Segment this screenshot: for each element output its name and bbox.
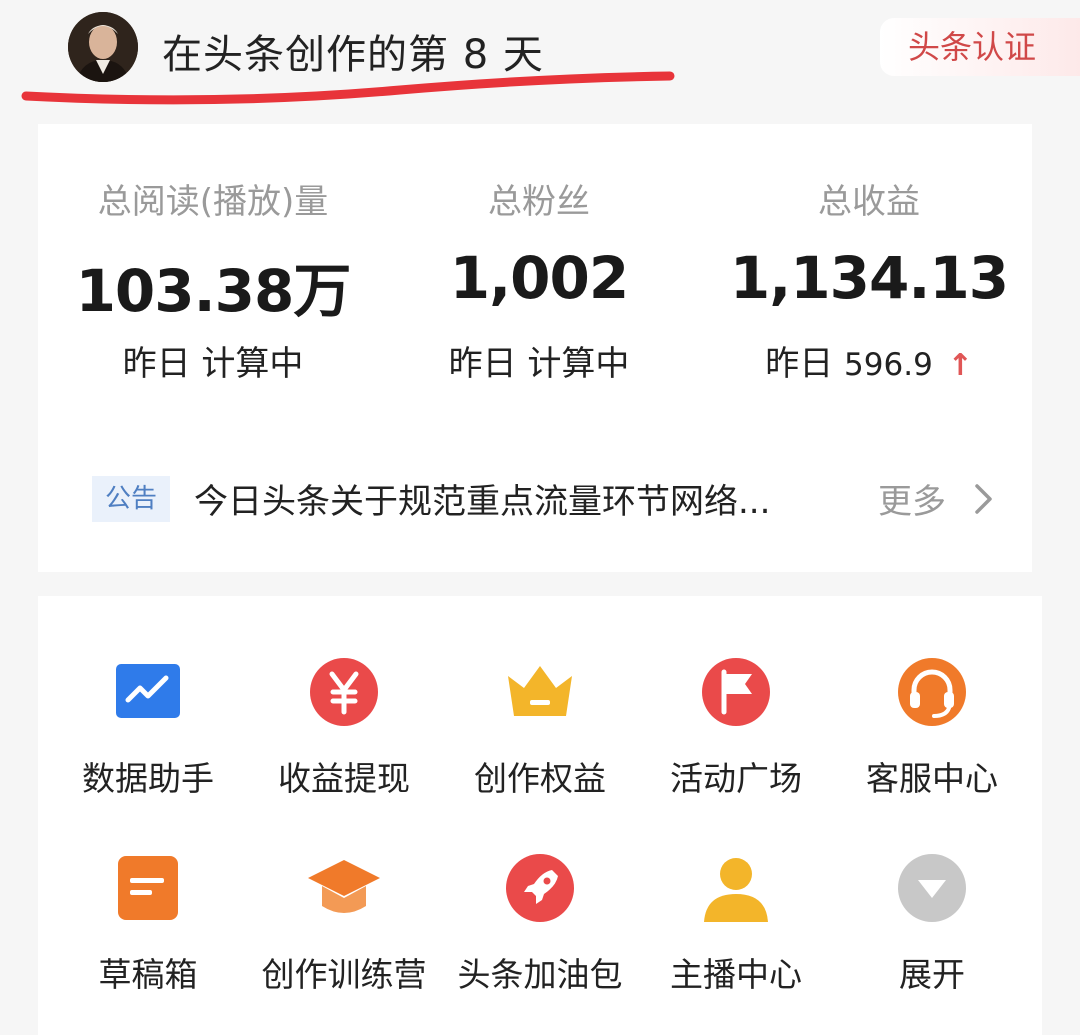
stats-card: 总阅读(播放)量 103.38万 昨日 计算中 总粉丝 1,002 昨日 计算中… [38,124,1032,572]
chevron-right-icon[interactable] [968,482,998,516]
tool-label: 客服中心 [866,759,998,798]
stat-value: 1,134.13 [729,244,1009,312]
tool-activity-square[interactable]: 活动广场 [638,654,834,834]
notice-text[interactable]: 今日头条关于规范重点流量环节网络... [194,474,770,523]
tools-card: 数据助手 收益提现 创作权益 活动广场 客服中心 草稿箱 创作训练营 头条加油包… [38,596,1042,1035]
stat-sub-label: 昨日 [765,344,834,384]
tool-customer-service[interactable]: 客服中心 [834,654,1030,834]
tool-drafts[interactable]: 草稿箱 [50,850,246,1030]
rocket-icon [506,854,574,922]
tool-label: 草稿箱 [98,955,198,994]
stat-sub-value: 596.9 [844,347,933,383]
stat-label: 总阅读(播放)量 [97,182,329,222]
trend-up-icon: ↑ [947,348,973,383]
creator-home: 在头条创作的第 8 天 头条认证 总阅读(播放)量 103.38万 昨日 计算中… [0,0,1080,1035]
headset-icon [898,658,966,726]
underline-mark [21,71,675,105]
crown-icon [508,666,572,716]
tool-label: 数据助手 [82,759,214,798]
notice-more-link[interactable]: 更多 [878,474,946,523]
tool-expand[interactable]: 展开 [834,850,1030,1030]
tool-label: 创作权益 [474,759,606,798]
tool-label: 头条加油包 [457,955,623,994]
cert-link[interactable]: 头条认证 [880,18,1080,76]
tool-streamer-center[interactable]: 主播中心 [638,850,834,1030]
stat-sub: 昨日 计算中 [122,344,304,384]
tool-income-withdraw[interactable]: 收益提现 [246,654,442,834]
tool-data-assistant[interactable]: 数据助手 [50,654,246,834]
stat-value: 1,002 [449,244,629,312]
notice-row[interactable]: 公告 今日头条关于规范重点流量环节网络... 更多 [38,464,1032,534]
stat-label: 总收益 [818,182,920,222]
tool-label: 展开 [899,955,965,994]
stat-sub: 昨日 596.9 ↑ [704,336,1034,385]
tool-label: 创作训练营 [261,955,427,994]
tool-label: 收益提现 [278,759,410,798]
stat-value: 103.38万 [75,257,352,325]
expand-icon [898,854,966,922]
graduation-cap-icon [308,860,380,913]
tool-label: 主播中心 [670,955,802,994]
stat-label: 总粉丝 [488,182,590,222]
tool-label: 活动广场 [670,759,802,798]
yen-icon [310,658,378,726]
tool-creator-rights[interactable]: 创作权益 [442,654,638,834]
header: 在头条创作的第 8 天 头条认证 [0,0,1080,118]
tool-boost-pack[interactable]: 头条加油包 [442,850,638,1030]
tool-training-camp[interactable]: 创作训练营 [246,850,442,1030]
notice-tag: 公告 [92,476,170,522]
flag-icon [702,658,770,726]
stat-sub: 昨日 计算中 [448,344,630,384]
user-icon [704,858,768,922]
draft-icon [118,856,178,920]
chart-icon [116,664,180,718]
